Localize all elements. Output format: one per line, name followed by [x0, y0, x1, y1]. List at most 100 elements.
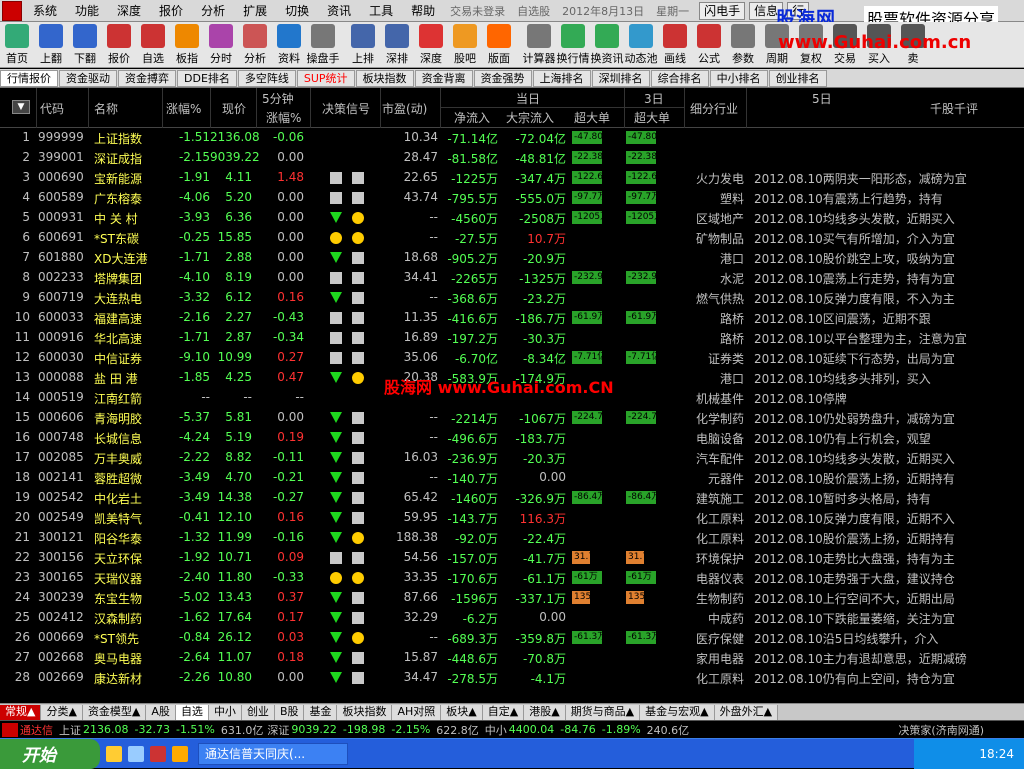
bottom-tab[interactable]: 板块▲: [441, 704, 483, 720]
toolbar-button[interactable]: 深度: [414, 22, 448, 66]
table-row[interactable]: 9 600719 大连热电 -3.32 6.12 0.16 -- -368.6万 -23.2万 燃…: [0, 288, 1024, 308]
bottom-tab[interactable]: AH对照: [392, 704, 442, 720]
menu-item[interactable]: 工具: [360, 2, 402, 19]
toolbar-button[interactable]: 报价: [102, 22, 136, 66]
menu-item[interactable]: 报价: [150, 2, 192, 19]
bottom-tab[interactable]: 板块指数: [337, 704, 393, 720]
table-row[interactable]: 6 600691 *ST东碳 -0.25 15.85 0.00 -- -27.5万 10.7万 矿…: [0, 228, 1024, 248]
table-row[interactable]: 17 002085 万丰奥威 -2.22 8.82 -0.11 16.03 -236.9万 -2…: [0, 448, 1024, 468]
header-signal[interactable]: 决策信号: [322, 100, 370, 117]
table-row[interactable]: 21 300121 阳谷华泰 -1.32 11.99 -0.16 188.38 -92.0万 -…: [0, 528, 1024, 548]
table-row[interactable]: 24 300239 东宝生物 -5.02 13.43 0.37 87.66 -1596万 -33…: [0, 588, 1024, 608]
toolbar-button[interactable]: 自选: [136, 22, 170, 66]
menu-item[interactable]: 分析: [192, 2, 234, 19]
menu-item[interactable]: 深度: [108, 2, 150, 19]
toolbar-button[interactable]: 上翻: [34, 22, 68, 66]
table-row[interactable]: 22 300156 天立环保 -1.92 10.71 0.09 54.56 -157.0万 -4…: [0, 548, 1024, 568]
table-row[interactable]: 18 002141 蓉胜超微 -3.49 4.70 -0.21 -- -140.7万 0.00 元…: [0, 468, 1024, 488]
table-row[interactable]: 3 000690 宝新能源 -1.91 4.11 1.48 22.65 -1225万 -347.…: [0, 168, 1024, 188]
taskbar-window[interactable]: 通达信普天同庆(...: [198, 742, 348, 765]
table-row[interactable]: 16 000748 长城信息 -4.24 5.19 0.19 -- -496.6万 -183.7…: [0, 428, 1024, 448]
menu-item[interactable]: 切换: [276, 2, 318, 19]
table-row[interactable]: 10 600033 福建高速 -2.16 2.27 -0.43 11.35 -416.6万 -1…: [0, 308, 1024, 328]
toolbar-button[interactable]: 首页: [0, 22, 34, 66]
toolbar-button[interactable]: 上排: [346, 22, 380, 66]
bottom-tab[interactable]: 资金模型▲: [82, 704, 147, 720]
table-row[interactable]: 11 000916 华北高速 -1.71 2.87 -0.34 16.89 -197.2万 -3…: [0, 328, 1024, 348]
menu-item[interactable]: 资讯: [318, 2, 360, 19]
table-row[interactable]: 1 999999 上证指数 -1.51 2136.08 -0.06 10.34 -71.14亿…: [0, 128, 1024, 148]
top-tab[interactable]: 资金搏弈: [118, 69, 176, 87]
table-row[interactable]: 5 000931 中 关 村 -3.93 6.36 0.00 -- -4560万 -2508万 -…: [0, 208, 1024, 228]
bottom-tab[interactable]: 中小: [208, 704, 242, 720]
header-code[interactable]: 代码: [40, 100, 64, 117]
bottom-tab[interactable]: 基金: [304, 704, 338, 720]
header-chg[interactable]: 涨幅%: [166, 100, 201, 117]
toolbar-button[interactable]: 版面: [482, 22, 516, 66]
toolbar-button[interactable]: 分时: [204, 22, 238, 66]
bottom-tab[interactable]: 分类▲: [41, 704, 83, 720]
watchlist-label[interactable]: 自选股: [511, 3, 556, 19]
menu-item[interactable]: 帮助: [402, 2, 444, 19]
top-tab[interactable]: 资金背离: [414, 69, 473, 87]
bottom-tab[interactable]: 常规▲: [0, 704, 42, 720]
toolbar-button[interactable]: 换行情: [556, 22, 590, 66]
top-tab[interactable]: DDE排名: [177, 69, 237, 87]
toolbar-button[interactable]: 参数: [726, 22, 760, 66]
broker-label[interactable]: 决策家(济南网通): [898, 722, 984, 738]
toolbar-button[interactable]: 资料: [272, 22, 306, 66]
quicklaunch-app2-icon[interactable]: [172, 745, 188, 762]
top-tab[interactable]: 综合排名: [650, 69, 709, 87]
table-row[interactable]: 19 002542 中化岩土 -3.49 14.38 -0.27 65.42 -1460万 -3…: [0, 488, 1024, 508]
table-row[interactable]: 25 002412 汉森制药 -1.62 17.64 0.17 32.29 -6.2万 0.00…: [0, 608, 1024, 628]
top-tab[interactable]: 深圳排名: [591, 69, 650, 87]
bottom-tab[interactable]: 港股▲: [524, 704, 566, 720]
bottom-tab[interactable]: 创业: [241, 704, 275, 720]
toolbar-button[interactable]: 分析: [238, 22, 272, 66]
table-row[interactable]: 8 002233 塔牌集团 -4.10 8.19 0.00 34.41 -2265万 -1325…: [0, 268, 1024, 288]
table-row[interactable]: 2 399001 深证成指 -2.15 9039.22 0.00 28.47 -81.58亿 -…: [0, 148, 1024, 168]
header-name[interactable]: 名称: [94, 100, 118, 117]
header-comment[interactable]: 千股千评: [930, 100, 978, 117]
table-row[interactable]: 12 600030 中信证券 -9.10 10.99 0.27 35.06 -6.70亿 -8.…: [0, 348, 1024, 368]
top-tab[interactable]: 资金强势: [473, 69, 532, 87]
quicklaunch-app-icon[interactable]: [150, 745, 166, 762]
top-tab[interactable]: 上海排名: [532, 69, 591, 87]
table-row[interactable]: 27 002668 奥马电器 -2.64 11.07 0.18 15.87 -448.6万 -7…: [0, 648, 1024, 668]
table-row[interactable]: 28 002669 康达新材 -2.26 10.80 0.00 34.47 -278.5万 -4…: [0, 668, 1024, 688]
table-row[interactable]: 23 300165 天瑞仪器 -2.40 11.80 -0.33 33.35 -170.6万 -…: [0, 568, 1024, 588]
top-tab[interactable]: 资金驱动: [59, 69, 117, 87]
bottom-tab[interactable]: 外盘外汇▲: [714, 704, 779, 720]
menu-item[interactable]: 功能: [66, 2, 108, 19]
top-tab[interactable]: 中小排名: [709, 69, 768, 87]
table-row[interactable]: 26 000669 *ST领先 -0.84 26.12 0.03 -- -689.3万 -359…: [0, 628, 1024, 648]
header-superbig[interactable]: 超大单: [574, 109, 610, 126]
bottom-tab[interactable]: 自选: [175, 704, 209, 720]
bottom-tab[interactable]: B股: [274, 704, 305, 720]
header-superbig-3day[interactable]: 超大单: [634, 109, 670, 126]
table-row[interactable]: 20 002549 凯美特气 -0.41 12.10 0.16 59.95 -143.7万 11…: [0, 508, 1024, 528]
header-netflow[interactable]: 净流入: [454, 109, 490, 126]
bottom-tab[interactable]: 期货与商品▲: [565, 704, 641, 720]
flash-button[interactable]: 闪电手: [699, 1, 746, 20]
bottom-tab[interactable]: 基金与宏观▲: [640, 704, 715, 720]
menu-item[interactable]: 扩展: [234, 2, 276, 19]
ie-icon[interactable]: [106, 745, 122, 762]
bottom-tab[interactable]: 自定▲: [482, 704, 525, 720]
toolbar-button[interactable]: 画线: [658, 22, 692, 66]
toolbar-button[interactable]: 板指: [170, 22, 204, 66]
header-price[interactable]: 现价: [222, 100, 246, 117]
header-m5-bottom[interactable]: 涨幅%: [266, 109, 301, 126]
start-button[interactable]: 开始: [0, 738, 100, 769]
header-industry[interactable]: 细分行业: [690, 100, 738, 117]
toolbar-button[interactable]: 动态池: [624, 22, 658, 66]
menu-item[interactable]: 系统: [24, 2, 66, 19]
toolbar-button[interactable]: 公式: [692, 22, 726, 66]
desktop-icon[interactable]: [128, 745, 144, 762]
top-tab[interactable]: 板块指数: [355, 69, 414, 87]
table-row[interactable]: 7 601880 XD大连港 -1.71 2.88 0.00 18.68 -905.2万 -20…: [0, 248, 1024, 268]
sort-dropdown-icon[interactable]: ▼: [12, 100, 30, 114]
header-bigflow[interactable]: 大宗流入: [506, 109, 554, 126]
top-tab[interactable]: 多空阵线: [237, 69, 296, 87]
trade-status[interactable]: 交易未登录: [444, 3, 511, 19]
